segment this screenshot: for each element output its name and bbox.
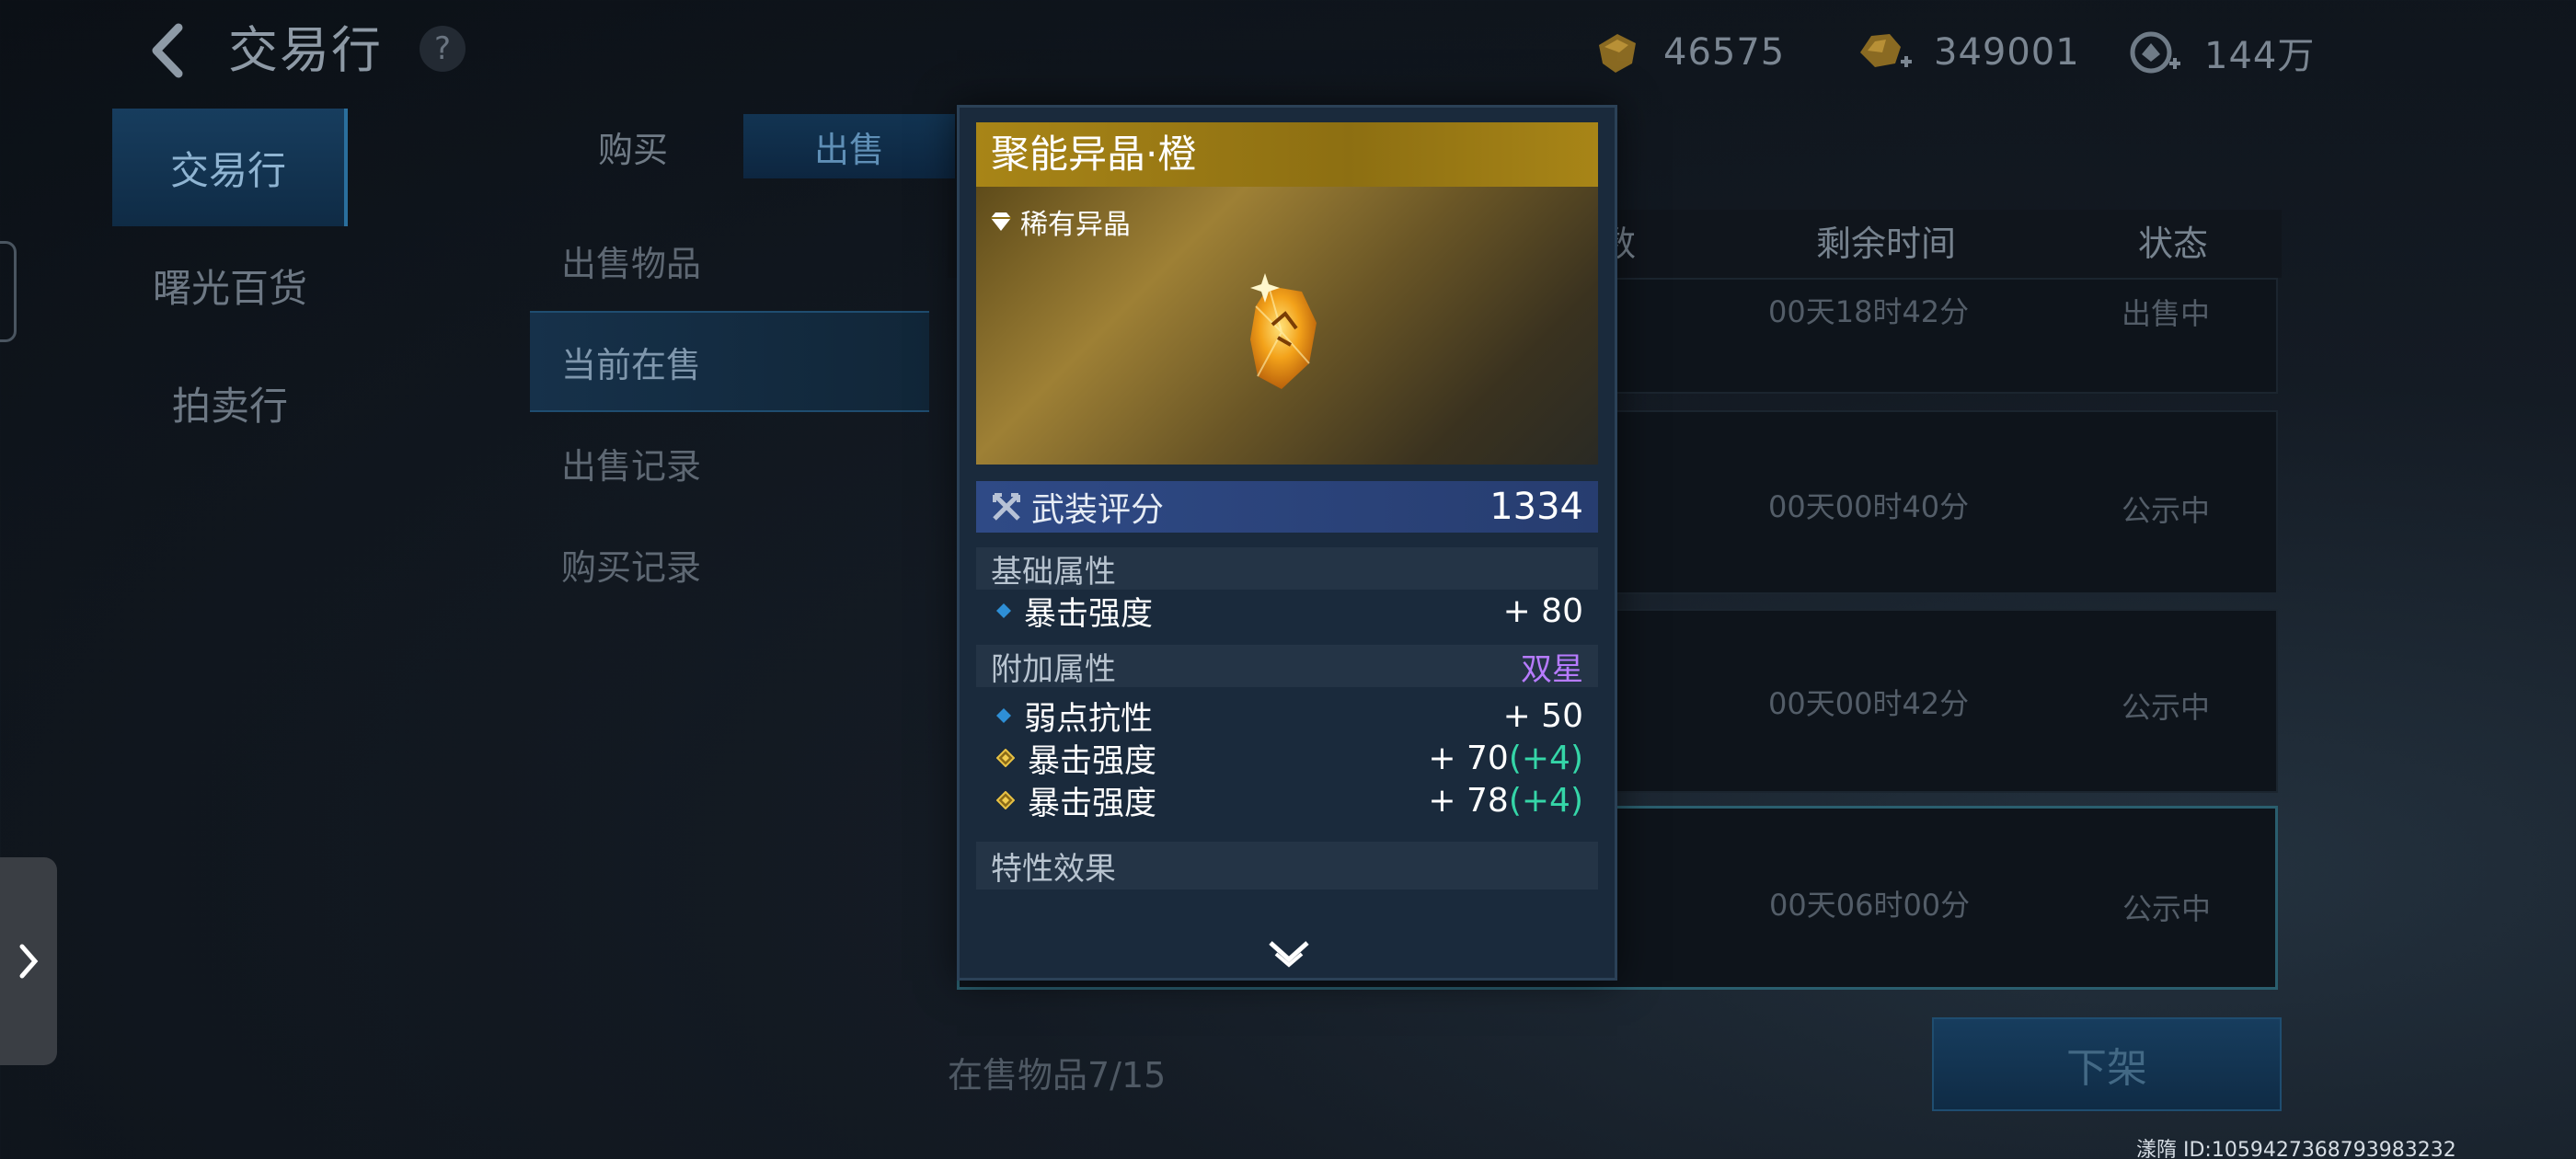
nav-item-dawn-store[interactable]: 曙光百货	[112, 226, 348, 344]
item-detail-popup: 聚能异晶·橙 稀有异晶 武装评分 1334 基础属性 暴击强度 + 80 附加属…	[957, 105, 1617, 981]
combat-score-bar: 武装评分 1334	[976, 481, 1598, 533]
time-left: 00天06时00分	[1769, 888, 1971, 923]
combat-score-value: 1334	[1489, 486, 1583, 528]
attribute-row: 暴击强度 + 80	[976, 590, 1598, 633]
edge-tab-marker	[0, 241, 17, 342]
player-id: 漾隋 ID:1059427368793983232	[2136, 1139, 2456, 1159]
status-text: 公示中	[2122, 690, 2211, 725]
on-sale-count: 在售物品7/15	[948, 1055, 1167, 1096]
extra-attributes-title: 附加属性	[991, 650, 1116, 688]
submenu-on-sale[interactable]: 当前在售	[530, 311, 929, 412]
tab-sell[interactable]: 出售	[743, 114, 955, 178]
column-header-time-left: 剩余时间	[1816, 224, 1957, 264]
gold-ingot-icon	[1599, 34, 1636, 73]
scroll-down-icon[interactable]	[1267, 937, 1311, 969]
blue-diamond-icon	[996, 603, 1011, 618]
status-text: 公示中	[2122, 891, 2212, 926]
gold-diamond-icon	[996, 791, 1015, 809]
attribute-value: + 80	[1502, 591, 1583, 630]
submenu-sell-history[interactable]: 出售记录	[530, 412, 929, 513]
crossed-blades-icon	[993, 493, 1020, 521]
gold-diamond-icon	[996, 749, 1015, 767]
status-text: 公示中	[2122, 493, 2211, 528]
time-left: 00天00时40分	[1768, 489, 1970, 524]
combat-score-text: 武装评分	[1031, 491, 1165, 529]
submenu-buy-history[interactable]: 购买记录	[530, 513, 929, 614]
attribute-name: 弱点抗性	[1024, 700, 1154, 738]
side-nav: 交易行 曙光百货 拍卖行	[112, 109, 348, 462]
attribute-bonus: (+4)	[1508, 739, 1583, 777]
currency-diamond[interactable]: 144万	[2125, 20, 2315, 85]
combat-score-label: 武装评分	[991, 483, 1164, 531]
base-attributes-title: 基础属性	[991, 553, 1116, 591]
rarity-label: 稀有异晶	[1020, 209, 1131, 241]
nav-item-trading[interactable]: 交易行	[112, 109, 348, 226]
trait-effects-header: 特性效果	[976, 842, 1598, 889]
attribute-value: + 78	[1428, 781, 1509, 820]
status-text: 出售中	[2122, 296, 2211, 331]
attribute-name: 暴击强度	[1028, 742, 1157, 780]
double-star-tag: 双星	[1521, 650, 1583, 688]
currency-diamond-value: 144万	[2204, 35, 2316, 77]
attribute-value: + 70	[1428, 739, 1509, 777]
delist-button[interactable]: 下架	[1932, 1017, 2282, 1111]
attribute-bonus: (+4)	[1508, 781, 1583, 820]
tab-buy[interactable]: 购买	[534, 114, 732, 178]
chevron-right-icon	[19, 944, 39, 979]
column-header-status: 状态	[2138, 224, 2209, 264]
time-left: 00天00时42分	[1768, 686, 1970, 721]
gem-icon	[991, 212, 1011, 231]
item-name: 聚能异晶·橙	[976, 122, 1598, 187]
gold-ore-plus-icon	[1860, 34, 1912, 67]
orange-crystal-icon	[1250, 273, 1317, 389]
attribute-row: 弱点抗性 + 50	[976, 694, 1598, 738]
side-expand-handle[interactable]	[0, 857, 57, 1065]
attribute-name: 暴击强度	[1028, 785, 1157, 822]
nav-item-auction[interactable]: 拍卖行	[112, 344, 348, 462]
attribute-name: 暴击强度	[1024, 595, 1154, 633]
currency-ore-value: 349001	[1934, 31, 2080, 74]
attribute-row: 暴击强度 + 78(+4)	[976, 779, 1598, 822]
item-art: 稀有异晶	[976, 187, 1598, 465]
back-arrow-icon[interactable]	[138, 18, 202, 83]
diamond-plus-icon	[2130, 31, 2180, 74]
base-attributes-header: 基础属性	[976, 547, 1598, 591]
rarity-tag: 稀有异晶	[989, 201, 1131, 242]
currency-gold[interactable]: 46575	[1592, 20, 1785, 85]
currency-ore[interactable]: 349001	[1855, 20, 2080, 85]
help-icon[interactable]: ?	[420, 26, 466, 72]
attribute-row: 暴击强度 + 70(+4)	[976, 737, 1598, 780]
extra-attributes-header: 附加属性 双星	[976, 645, 1598, 688]
sell-submenu: 出售物品 当前在售 出售记录 购买记录	[530, 210, 929, 614]
blue-diamond-icon	[996, 708, 1011, 723]
currency-gold-value: 46575	[1663, 31, 1786, 74]
page-title: 交易行	[228, 21, 383, 79]
submenu-sell-items[interactable]: 出售物品	[530, 210, 929, 311]
attribute-value: + 50	[1502, 696, 1583, 735]
trait-effects-title: 特性效果	[991, 850, 1116, 888]
time-left: 00天18时42分	[1768, 294, 1970, 329]
